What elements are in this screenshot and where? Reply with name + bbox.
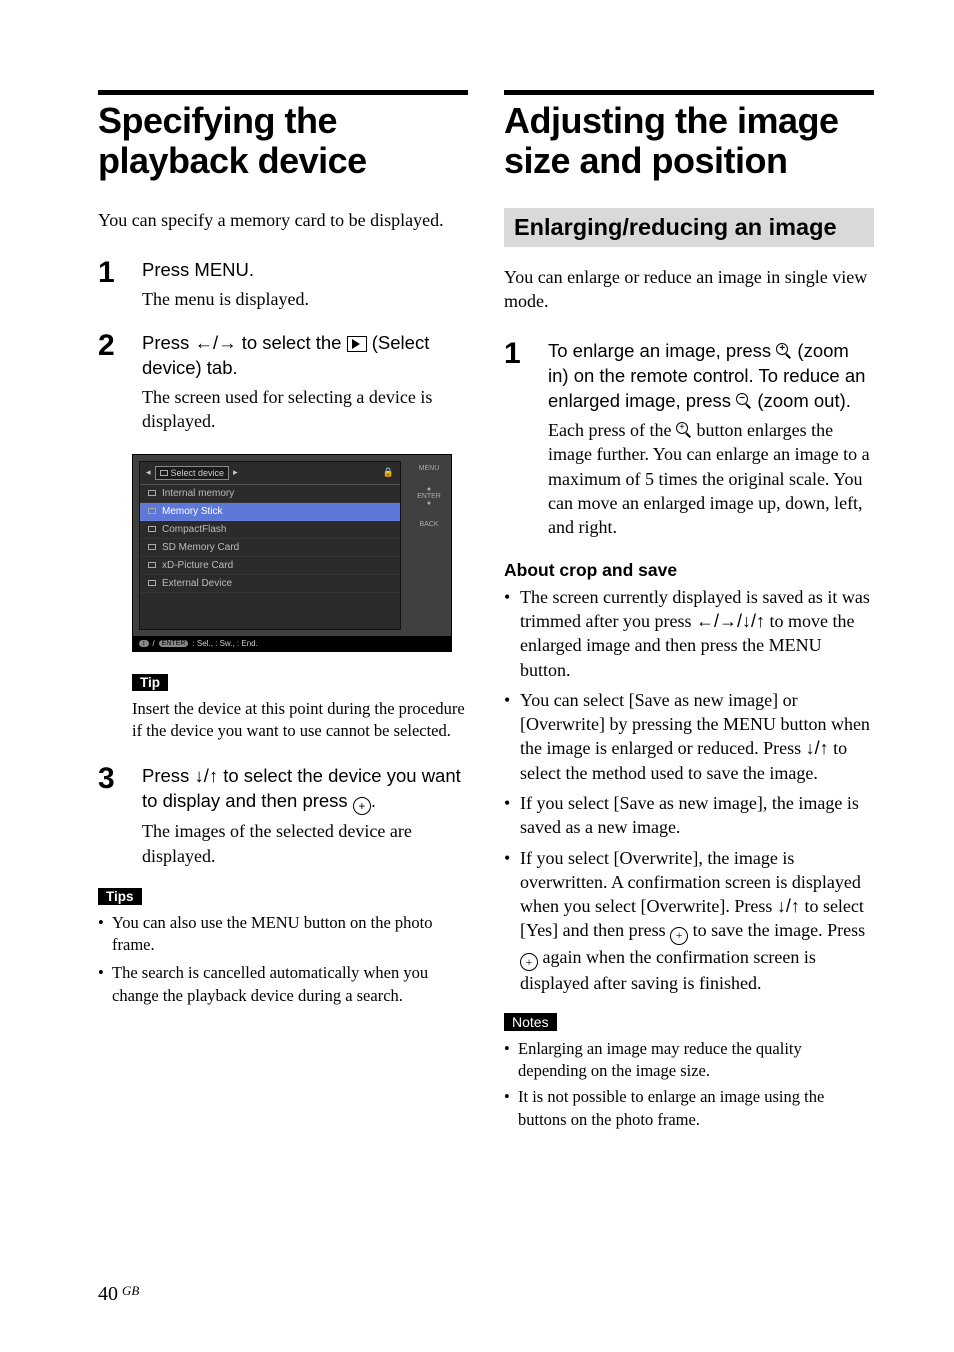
tips-list: You can also use the MENU button on the … [98,912,468,1007]
text: . [371,790,376,811]
tips-label: Tips [98,888,142,905]
step: 3 Press ↓/↑ to select the device you wan… [98,764,468,868]
tip-label: Tip [132,674,168,691]
section-title: Adjusting the image size and position [504,101,874,182]
step-result: The menu is displayed. [142,287,468,311]
text: to select the [237,332,347,353]
side-label: BACK [409,521,449,528]
select-device-icon [347,336,367,352]
tab-select-device: Select device [155,466,230,480]
text: To enlarge an image, press [548,340,776,361]
list-item: SD Memory Card [140,539,400,557]
step-instruction: To enlarge an image, press + (zoom in) o… [548,339,874,414]
step: 2 Press ←/→ to select the (Select device… [98,331,468,434]
section-rule [504,90,874,95]
text: (zoom out). [752,390,851,411]
list-item: You can also use the MENU button on the … [98,912,468,957]
enter-icon: + [520,953,538,971]
text: Press [142,332,194,353]
intro-text: You can specify a memory card to be disp… [98,208,468,232]
step-instruction: Press ←/→ to select the (Select device) … [142,331,468,381]
list-item: It is not possible to enlarge an image u… [504,1086,874,1131]
bullet-list: The screen currently displayed is saved … [504,585,874,995]
list-item: If you select [Overwrite], the image is … [504,846,874,995]
step-result: Each press of the + button enlarges the … [548,418,874,539]
tip-text: Insert the device at this point during t… [132,698,468,743]
step-number: 1 [98,258,124,311]
list-item: The search is cancelled automatically wh… [98,962,468,1007]
list-item: CompactFlash [140,521,400,539]
section-title: Specifying the playback device [98,101,468,182]
step-result: The images of the selected device are di… [142,819,468,868]
zoom-in-icon: + [676,422,692,438]
tab-label: Select device [171,468,225,478]
text: to save the image. Press [688,920,865,940]
enter-icon: + [670,927,688,945]
page-footer: 40 GB [98,1283,139,1306]
list-item: You can select [Save as new image] or [O… [504,688,874,785]
side-label: ●ENTER● [409,486,449,507]
notes-list: Enlarging an image may reduce the qualit… [504,1038,874,1131]
enter-icon: + [353,797,371,815]
arrow-down-up-icon: ↓/↑ [777,896,800,916]
right-column: Adjusting the image size and position En… [504,90,874,1135]
section-rule [98,90,468,95]
tab-icon: ▸ [233,467,238,478]
page-number: 40 [98,1283,118,1305]
device-menu-screenshot: ◂ Select device ▸ 🔒 Internal memory Memo… [132,454,452,652]
list-item: If you select [Save as new image], the i… [504,791,874,840]
step-instruction: Press ↓/↑ to select the device you want … [142,764,468,815]
tab-icon: ◂ [146,467,151,478]
left-column: Specifying the playback device You can s… [98,90,468,1135]
text: Each press of the [548,420,676,440]
step-result: The screen used for selecting a device i… [142,385,468,434]
arrow-down-up-icon: ↓/↑ [806,738,829,758]
step-number: 1 [504,339,530,539]
list-item: The screen currently displayed is saved … [504,585,874,682]
step-number: 2 [98,331,124,434]
notes-label: Notes [504,1013,557,1031]
region-code: GB [122,1283,139,1298]
device-list: Internal memory Memory Stick CompactFlas… [140,484,400,629]
list-item: xD-Picture Card [140,557,400,575]
arrow-left-right-icon: ←/→ [194,332,236,353]
intro-text: You can enlarge or reduce an image in si… [504,265,874,314]
zoom-out-icon: − [736,393,752,409]
step: 1 Press MENU. The menu is displayed. [98,258,468,311]
step-instruction: Press MENU. [142,258,468,283]
zoom-in-icon: + [776,343,792,359]
side-label: MENU [409,465,449,472]
step-number: 3 [98,764,124,868]
text: If you select [Save as new image], the i… [520,793,859,837]
list-item: Memory Stick [140,503,400,521]
step: 1 To enlarge an image, press + (zoom in)… [504,339,874,539]
list-item: External Device [140,575,400,593]
text: Press [142,765,194,786]
subsection-title: Enlarging/reducing an image [504,208,874,247]
arrow-down-up-icon: ↓/↑ [194,765,218,786]
subheading: About crop and save [504,560,874,581]
list-item: Internal memory [140,485,400,503]
arrow-quad-icon: ←/→/↓/↑ [696,611,765,631]
text: again when the confirmation screen is di… [520,947,816,993]
screenshot-footer: ↕ / ENTER: Sel., : Sw., : End. [133,636,451,651]
lock-icon: 🔒 [383,467,394,478]
list-item: Enlarging an image may reduce the qualit… [504,1038,874,1083]
